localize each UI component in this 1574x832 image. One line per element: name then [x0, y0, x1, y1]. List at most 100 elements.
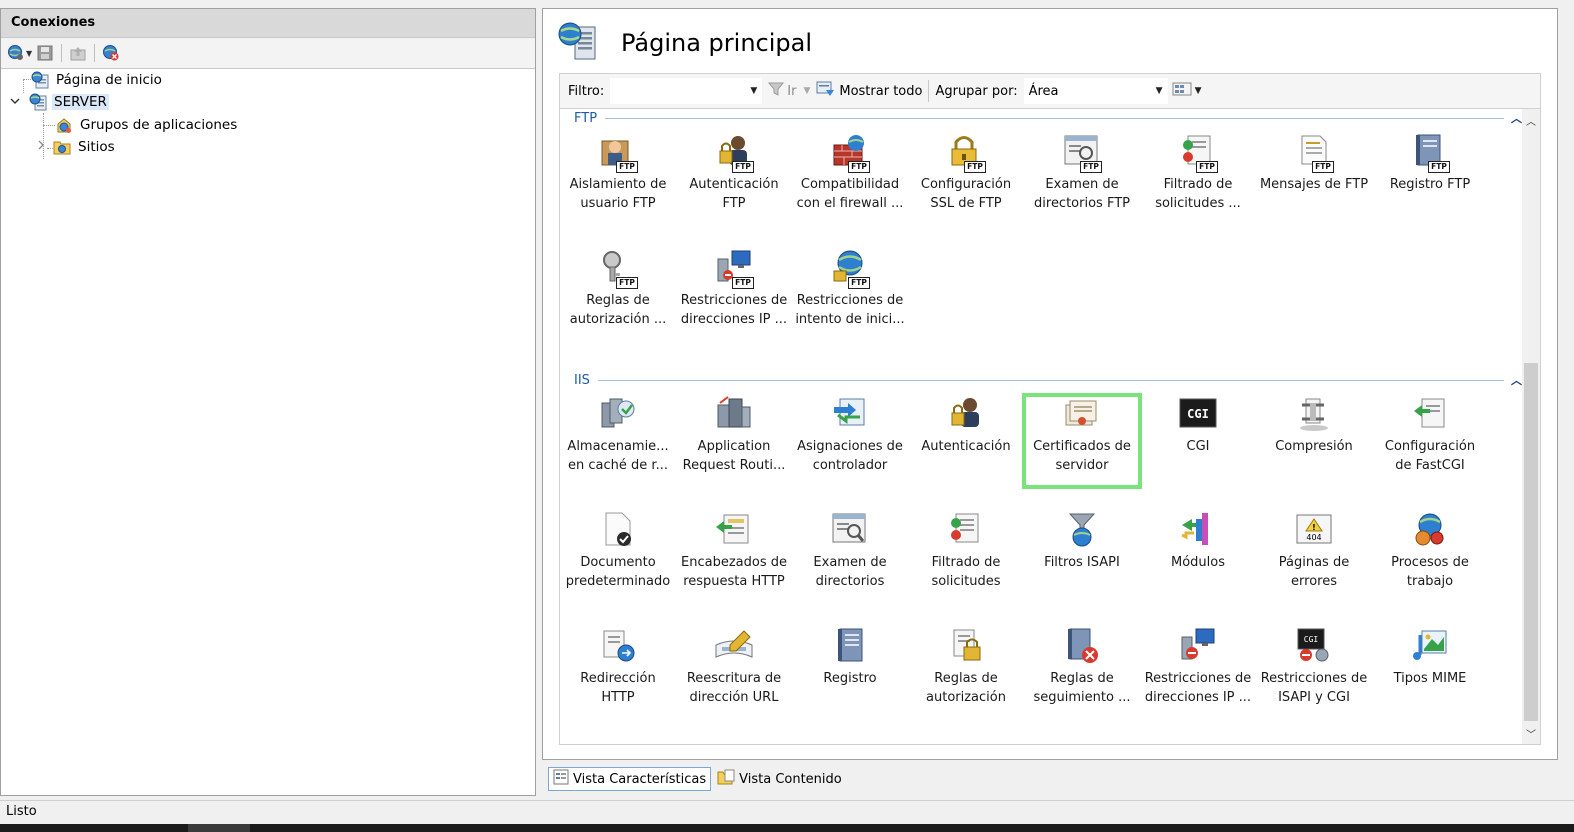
feature-ftp-authentication[interactable]: FTP Autenticación FTP	[676, 133, 792, 225]
feature-label: Documento predeterminado	[565, 555, 671, 589]
ftp-messages-icon: FTP	[1294, 133, 1334, 173]
feature-ftp-ssl[interactable]: FTP Configuración SSL de FTP	[908, 133, 1024, 225]
disconnect-icon[interactable]	[100, 42, 122, 64]
go-label: Ir	[787, 83, 797, 99]
collapse-chevron-icon[interactable]: ︿	[1511, 372, 1522, 388]
filter-separator	[928, 80, 930, 102]
failed-request-tracing-icon	[1062, 627, 1102, 667]
feature-authorization-rules[interactable]: Reglas de autorización	[908, 627, 1024, 719]
feature-ftp-logon-attempt[interactable]: FTP Restricciones de intento de inici...	[792, 249, 908, 341]
tree-item-start-page[interactable]: Página de inicio	[31, 70, 164, 90]
go-button[interactable]: Ir ▼	[768, 82, 810, 100]
taskbar-active-item[interactable]	[188, 824, 250, 832]
show-all-icon	[816, 81, 836, 101]
show-all-button[interactable]: Mostrar todo	[816, 81, 922, 101]
feature-ip-restrictions[interactable]: Restricciones de direcciones IP ...	[1140, 627, 1256, 719]
feature-label: Asignaciones de controlador	[797, 439, 903, 473]
tree-item-label: Sitios	[78, 139, 115, 155]
feature-server-certificates[interactable]: Certificados de servidor	[1022, 393, 1142, 489]
feature-ftp-directory-browsing[interactable]: FTP Examen de directorios FTP	[1024, 133, 1140, 225]
ftp-authentication-icon: FTP	[714, 133, 754, 173]
feature-error-pages[interactable]: ! 404 Páginas de errores	[1256, 511, 1372, 603]
tree-item-server[interactable]: SERVER	[9, 92, 109, 112]
feature-cgi[interactable]: CGI CGI	[1140, 395, 1256, 487]
scrollbar-thumb[interactable]	[1524, 363, 1538, 721]
view-mode-button[interactable]: ▼	[1172, 81, 1202, 101]
group-divider	[597, 379, 1504, 381]
tab-content-view[interactable]: Vista Contenido	[713, 767, 846, 791]
feature-ftp-authorization[interactable]: FTP Reglas de autorización ...	[560, 249, 676, 341]
http-headers-icon	[714, 511, 754, 551]
feature-compression[interactable]: Compresión	[1256, 395, 1372, 487]
feature-label: Registro	[823, 671, 877, 686]
connect-globe-icon[interactable]	[5, 42, 27, 64]
tree-item-label: SERVER	[52, 94, 109, 110]
feature-isapi-cgi-restrictions[interactable]: CGI Restricciones de ISAPI y CGI	[1256, 627, 1372, 719]
feature-label: Registro FTP	[1389, 177, 1471, 192]
feature-label: Configuración de FastCGI	[1384, 439, 1476, 473]
feature-fastcgi[interactable]: Configuración de FastCGI	[1372, 395, 1488, 487]
ftp-request-filtering-icon: FTP	[1178, 133, 1218, 173]
connections-toolbar: ▼	[1, 38, 535, 69]
feature-ftp-user-isolation[interactable]: FTP Aislamiento de usuario FTP	[560, 133, 676, 225]
url-rewrite-icon	[714, 627, 754, 667]
chevron-down-icon[interactable]: ▼	[1195, 86, 1202, 96]
feature-url-rewrite[interactable]: Reescritura de dirección URL	[676, 627, 792, 719]
feature-worker-processes[interactable]: Procesos de trabajo	[1372, 511, 1488, 603]
svg-text:CGI: CGI	[1187, 407, 1209, 421]
save-icon[interactable]	[34, 42, 56, 64]
feature-label: Aislamiento de usuario FTP	[569, 177, 667, 211]
feature-http-headers[interactable]: Encabezados de respuesta HTTP	[676, 511, 792, 603]
feature-isapi-filters[interactable]: Filtros ISAPI	[1024, 511, 1140, 603]
group-by-select[interactable]: Área ▼	[1023, 78, 1168, 104]
ftp-ip-restrictions-icon: FTP	[714, 249, 754, 289]
view-mode-icon	[1172, 81, 1192, 101]
feature-ftp-firewall[interactable]: FTP Compatibilidad con el firewall ...	[792, 133, 908, 225]
group-header-iis[interactable]: IIS ︿	[574, 371, 1522, 389]
status-text: Listo	[6, 804, 37, 819]
feature-authentication[interactable]: Autenticación	[908, 395, 1024, 487]
filter-input[interactable]: ▼	[610, 78, 763, 104]
chevron-right-icon[interactable]	[35, 139, 49, 155]
feature-default-document[interactable]: Documento predeterminado	[560, 511, 676, 603]
group-divider	[605, 117, 1504, 119]
request-filtering-icon	[946, 511, 986, 551]
feature-http-redirect[interactable]: Redirección HTTP	[560, 627, 676, 719]
feature-ftp-request-filtering[interactable]: FTP Filtrado de solicitudes ...	[1140, 133, 1256, 225]
chevron-down-icon[interactable]: ▼	[1156, 86, 1163, 96]
http-redirect-icon	[598, 627, 638, 667]
feature-ftp-messages[interactable]: FTP Mensajes de FTP	[1256, 133, 1372, 225]
feature-label: Restricciones de direcciones IP ...	[680, 293, 788, 327]
feature-modules[interactable]: Módulos	[1140, 511, 1256, 603]
feature-ftp-logging[interactable]: FTP Registro FTP	[1372, 133, 1488, 225]
chevron-down-icon[interactable]: ▼	[750, 86, 757, 96]
features-view-icon	[553, 769, 569, 789]
scroll-down-icon[interactable]: ﹀	[1526, 726, 1536, 741]
feature-handler-mappings[interactable]: Asignaciones de controlador	[792, 395, 908, 487]
group-header-ftp[interactable]: FTP ︿	[574, 109, 1522, 127]
vertical-scrollbar[interactable]: ︿ ﹀	[1522, 109, 1540, 744]
filter-label: Filtro:	[568, 83, 605, 99]
feature-mime-types[interactable]: Tipos MIME	[1372, 627, 1488, 719]
chevron-down-icon[interactable]: ▼	[803, 86, 810, 96]
expand-chevron-icon[interactable]	[9, 95, 23, 110]
feature-label: Certificados de servidor	[1033, 439, 1131, 473]
feature-label: Almacenamie... en caché de r...	[567, 439, 669, 473]
feature-output-caching[interactable]: Almacenamie... en caché de r...	[560, 395, 676, 487]
tree-item-app-pools[interactable]: Grupos de aplicaciones	[55, 115, 239, 135]
collapse-chevron-icon[interactable]: ︿	[1511, 110, 1522, 126]
feature-logging[interactable]: Registro	[792, 627, 908, 719]
feature-ftp-ip-restrictions[interactable]: FTP Restricciones de direcciones IP ...	[676, 249, 792, 341]
feature-arr[interactable]: Application Request Routi...	[676, 395, 792, 487]
group-by-value: Área	[1028, 83, 1059, 99]
feature-request-filtering[interactable]: Filtrado de solicitudes	[908, 511, 1024, 603]
app-pools-icon	[55, 116, 73, 134]
tree-item-sites[interactable]: Sitios	[35, 137, 117, 157]
feature-failed-request-tracing[interactable]: Reglas de seguimiento ...	[1024, 627, 1140, 719]
scroll-up-icon[interactable]: ︿	[1526, 113, 1536, 128]
feature-directory-browsing[interactable]: Examen de directorios	[792, 511, 908, 603]
funnel-icon	[768, 82, 785, 100]
handler-mappings-icon	[830, 395, 870, 435]
up-level-icon[interactable]	[67, 42, 89, 64]
tab-features-view[interactable]: Vista Características	[548, 767, 712, 791]
